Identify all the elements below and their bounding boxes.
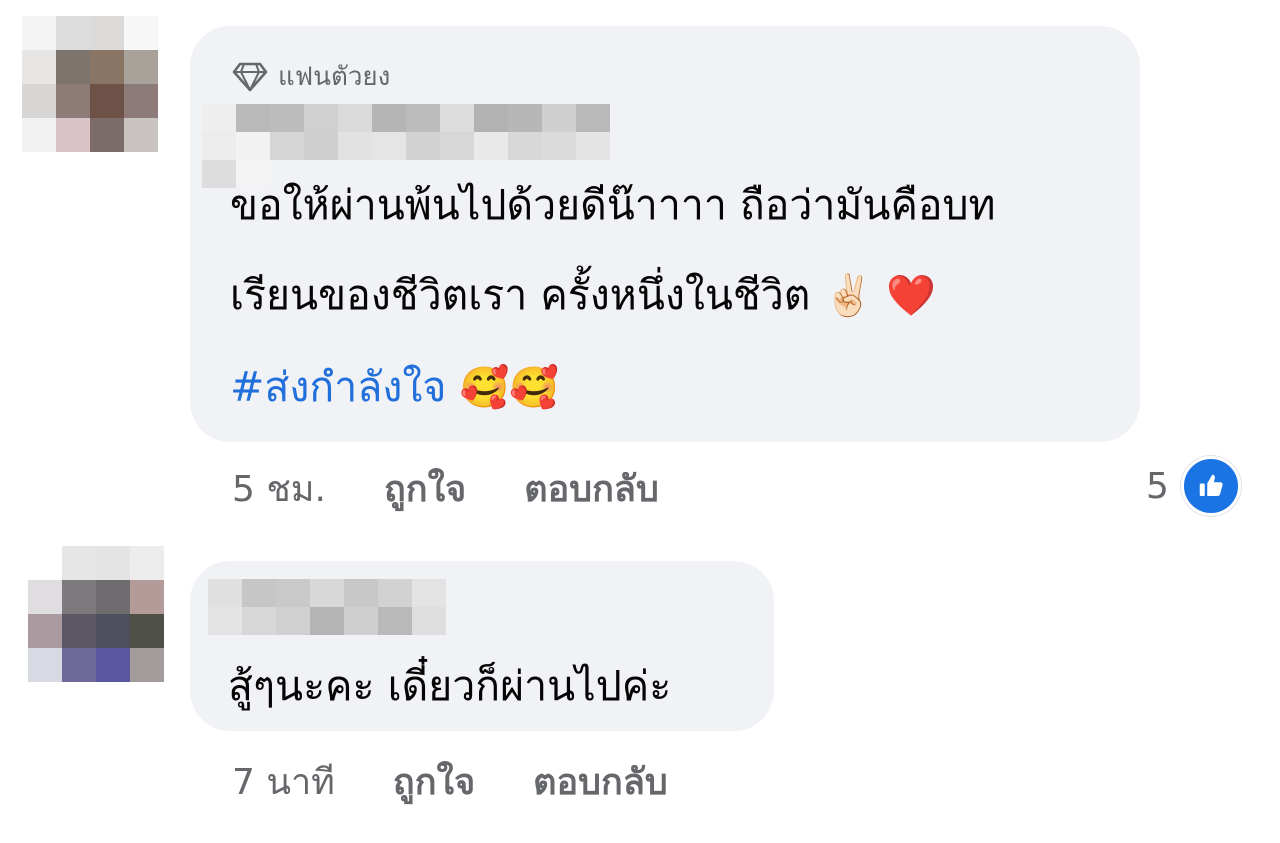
reaction-summary[interactable]: 5	[1146, 456, 1241, 516]
hashtag-line: #ส่งกำลังใจ 🥰🥰	[230, 342, 559, 433]
like-thumb-icon	[1180, 456, 1241, 516]
badge-label: แฟนตัวยง	[278, 62, 391, 92]
comment-timestamp[interactable]: 5 ชม.	[232, 460, 326, 517]
comment-bubble: แฟนตัวยง ขอให้ผ่านพ้นไปด้วยดีน๊าาาา ถือว…	[190, 26, 1140, 442]
reply-button[interactable]: ตอบกลับ	[533, 753, 668, 810]
comment-text: ขอให้ผ่านพ้นไปด้วยดีน๊าาาา ถือว่ามันคือบ…	[230, 160, 996, 341]
victory-heart-emoji: ✌🏻 ❤️	[823, 273, 936, 319]
reaction-count: 5	[1146, 465, 1169, 507]
comment-text: สู้ๆนะคะ เดี๋ยวก็ผ่านไปค่ะ	[228, 662, 672, 710]
diamond-icon	[232, 62, 268, 91]
comment-actions: 7 นาที ถูกใจ ตอบกลับ	[232, 753, 726, 810]
smiling-hearts-emoji: 🥰🥰	[459, 365, 560, 411]
comment-text-line-2: เรียนของชีวิตเรา ครั้งหนึ่งในชีวิต ✌🏻 ❤️	[230, 250, 996, 341]
reply-button[interactable]: ตอบกลับ	[524, 460, 659, 517]
commenter-avatar-blurred[interactable]	[28, 546, 164, 682]
comment-bubble: สู้ๆนะคะ เดี๋ยวก็ผ่านไปค่ะ	[190, 561, 774, 731]
top-fan-badge: แฟนตัวยง	[232, 56, 390, 97]
comment-actions: 5 ชม. ถูกใจ ตอบกลับ	[232, 460, 717, 517]
comment-text-line-1: ขอให้ผ่านพ้นไปด้วยดีน๊าาาา ถือว่ามันคือบ…	[230, 181, 996, 229]
like-button[interactable]: ถูกใจ	[384, 460, 466, 517]
comment-timestamp[interactable]: 7 นาที	[232, 753, 335, 810]
like-button[interactable]: ถูกใจ	[393, 753, 475, 810]
comment-text-line-2-words: เรียนของชีวิตเรา ครั้งหนึ่งในชีวิต	[230, 271, 811, 319]
hashtag-link[interactable]: #ส่งกำลังใจ	[230, 363, 446, 411]
commenter-name-blurred[interactable]	[208, 579, 448, 635]
commenter-avatar-blurred[interactable]	[22, 16, 158, 152]
